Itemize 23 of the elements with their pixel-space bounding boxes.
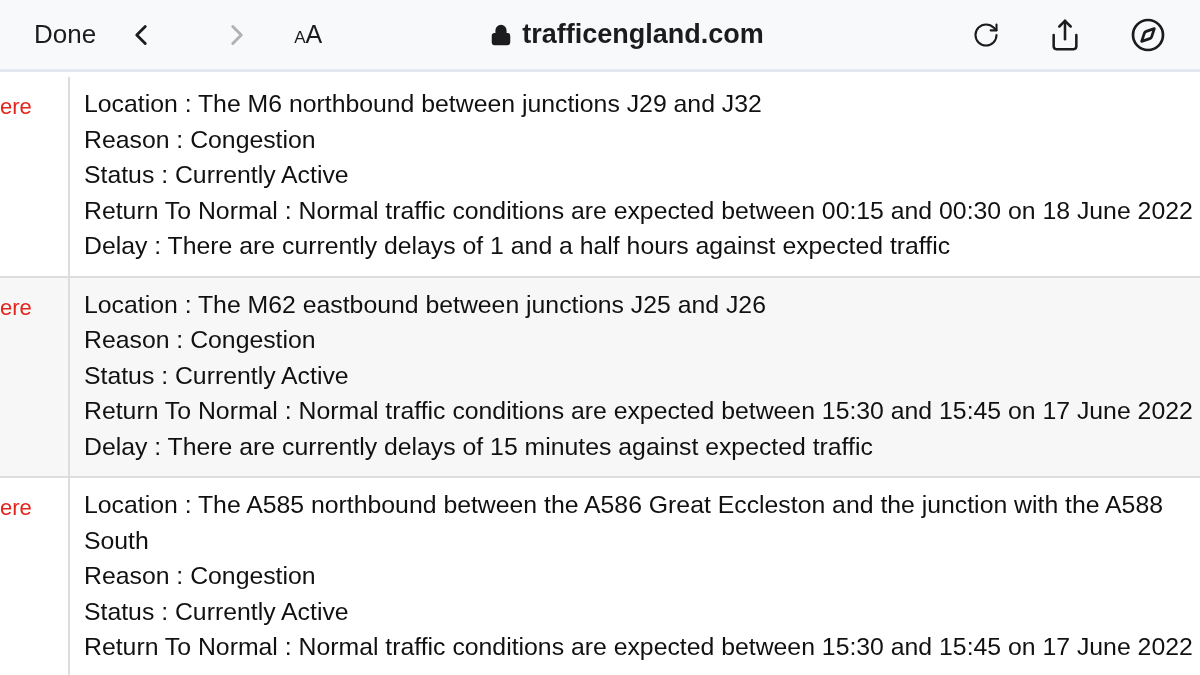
details-link[interactable]: ere: [0, 491, 32, 675]
incident-detail: Reason : Congestion: [84, 325, 317, 355]
incident-detail: Reason : Congestion: [84, 561, 317, 591]
incident-detail: Status : Currently Active: [84, 360, 350, 391]
incident-detail: Return To Normal : Normal traffic conditions are expected between 15:30 and 15:45 on 17 June 2022: [84, 396, 1193, 426]
incident-detail: Location : The M6 northbound between junctions J29 and J32: [84, 89, 763, 119]
done-button[interactable]: Done: [34, 15, 97, 54]
incident-detail: Delay : There are currently delays of 1 and a half hours against expected traffic: [84, 231, 952, 261]
incident-detail: Return To Normal : Normal traffic conditions are expected between 15:30 and 15:45 on 17 June 2022: [84, 632, 1194, 662]
incident-detail: Delay : There are currently delays of 15 minutes against expected traffic: [84, 431, 874, 462]
compass-button[interactable]: [1130, 16, 1166, 53]
reload-button[interactable]: [972, 20, 1000, 49]
incident-detail: Status : Currently Active: [84, 596, 350, 627]
details-link[interactable]: ere: [0, 290, 32, 476]
url-text[interactable]: trafficengland.com: [522, 14, 764, 55]
incident-detail: Reason : Congestion: [84, 124, 317, 155]
incident-detail: Location : The M62 eastbound between junctions J25 and J26: [84, 289, 767, 320]
details-link[interactable]: ere: [0, 90, 32, 276]
incident-detail: Status : Currently Active: [84, 160, 350, 190]
lock-icon: [490, 23, 513, 46]
incident-detail: Return To Normal : Normal traffic conditions are expected between 00:15 and 00:30 on 18 June 2022: [84, 195, 1193, 226]
incident-detail: Location : The A585 northbound between the A586 Great Eccleston and the junction with the A588 South: [84, 490, 1164, 556]
text-size-button[interactable]: AA: [294, 15, 323, 54]
